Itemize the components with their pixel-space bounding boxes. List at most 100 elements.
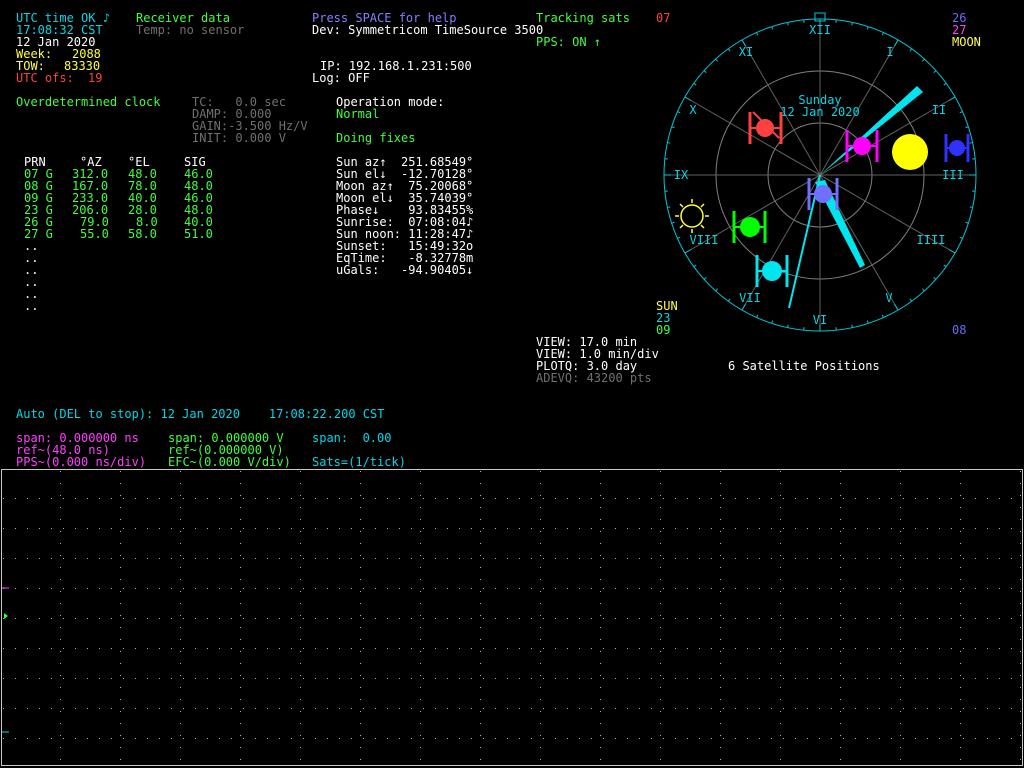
- grid-dot: [783, 678, 784, 679]
- grid-dot: [627, 708, 628, 709]
- grid-dot: [840, 507, 841, 508]
- grid-dot: [291, 618, 292, 619]
- grid-dot: [783, 588, 784, 589]
- grid-dot: [780, 591, 781, 592]
- grid-dot: [99, 708, 100, 709]
- grid-dot: [60, 651, 61, 652]
- grid-dot: [303, 558, 304, 559]
- grid-dot: [183, 648, 184, 649]
- grid-dot: [180, 579, 181, 580]
- grid-dot: [663, 528, 664, 529]
- grid-dot: [339, 558, 340, 559]
- grid-dot: [339, 588, 340, 589]
- grid-dot: [480, 591, 481, 592]
- grid-dot: [507, 498, 508, 499]
- plot-area[interactable]: [0, 468, 1024, 768]
- grid-dot: [180, 495, 181, 496]
- grid-dot: [840, 651, 841, 652]
- grid-dot: [963, 528, 964, 529]
- grid-dot: [195, 498, 196, 499]
- grid-dot: [423, 678, 424, 679]
- grid-dot: [327, 528, 328, 529]
- grid-dot: [240, 603, 241, 604]
- grid-dot: [843, 558, 844, 559]
- grid-dot: [639, 738, 640, 739]
- grid-dot: [540, 747, 541, 748]
- grid-dot: [963, 558, 964, 559]
- grid-dot: [675, 618, 676, 619]
- grid-dot: [783, 558, 784, 559]
- grid-dot: [555, 648, 556, 649]
- plot-border: [1, 469, 1023, 766]
- grid-dot: [579, 738, 580, 739]
- grid-dot: [60, 639, 61, 640]
- grid-dot: [999, 738, 1000, 739]
- grid-dot: [639, 648, 640, 649]
- grid-dot: [567, 558, 568, 559]
- grid-dot: [15, 708, 16, 709]
- grid-dot: [600, 543, 601, 544]
- grid-dot: [240, 543, 241, 544]
- grid-dot: [1020, 675, 1021, 676]
- grid-dot: [360, 711, 361, 712]
- grid-dot: [687, 588, 688, 589]
- grid-dot: [219, 708, 220, 709]
- grid-dot: [240, 507, 241, 508]
- grid-dot: [300, 555, 301, 556]
- grid-dot: [483, 678, 484, 679]
- grid-dot: [180, 471, 181, 472]
- grid-dot: [855, 648, 856, 649]
- grid-dot: [207, 708, 208, 709]
- grid-dot: [720, 687, 721, 688]
- grid-dot: [600, 507, 601, 508]
- grid-dot: [255, 648, 256, 649]
- grid-dot: [843, 588, 844, 589]
- grid-dot: [147, 738, 148, 739]
- grid-dot: [963, 498, 964, 499]
- grid-dot: [660, 591, 661, 592]
- hour-label-x: X: [689, 103, 697, 117]
- hour-label-vii: VII: [739, 291, 761, 305]
- grid-dot: [780, 699, 781, 700]
- grid-dot: [207, 588, 208, 589]
- grid-dot: [591, 528, 592, 529]
- dial-tick: [677, 236, 681, 239]
- grid-dot: [240, 519, 241, 520]
- grid-dot: [111, 648, 112, 649]
- grid-dot: [987, 618, 988, 619]
- grid-dot: [375, 648, 376, 649]
- dial-tick: [959, 236, 963, 239]
- grid-dot: [1020, 651, 1021, 652]
- adev-queue: ADEVQ: 43200 pts: [536, 371, 652, 385]
- grid-dot: [360, 651, 361, 652]
- grid-dot: [540, 759, 541, 760]
- grid-dot: [75, 648, 76, 649]
- grid-dot: [720, 519, 721, 520]
- grid-dot: [15, 498, 16, 499]
- grid-dot: [195, 588, 196, 589]
- grid-dot: [939, 498, 940, 499]
- grid-dot: [780, 723, 781, 724]
- grid-dot: [699, 558, 700, 559]
- auto-status[interactable]: Auto (DEL to stop): 12 Jan 2020 17:08:22…: [16, 408, 384, 420]
- grid-dot: [975, 528, 976, 529]
- grid-dot: [660, 531, 661, 532]
- grid-dot: [339, 648, 340, 649]
- grid-dot: [720, 627, 721, 628]
- grid-dot: [840, 567, 841, 568]
- grid-dot: [1020, 615, 1021, 616]
- grid-dot: [219, 678, 220, 679]
- dial-tick: [693, 264, 697, 268]
- grid-dot: [660, 759, 661, 760]
- grid-dot: [735, 588, 736, 589]
- grid-dot: [843, 618, 844, 619]
- dial-tick: [943, 264, 947, 268]
- grid-dot: [60, 675, 61, 676]
- grid-dot: [780, 603, 781, 604]
- grid-dot: [519, 708, 520, 709]
- grid-dot: [291, 738, 292, 739]
- grid-dot: [627, 588, 628, 589]
- grid-dot: [663, 648, 664, 649]
- grid-dot: [120, 735, 121, 736]
- dial-tick: [909, 48, 913, 52]
